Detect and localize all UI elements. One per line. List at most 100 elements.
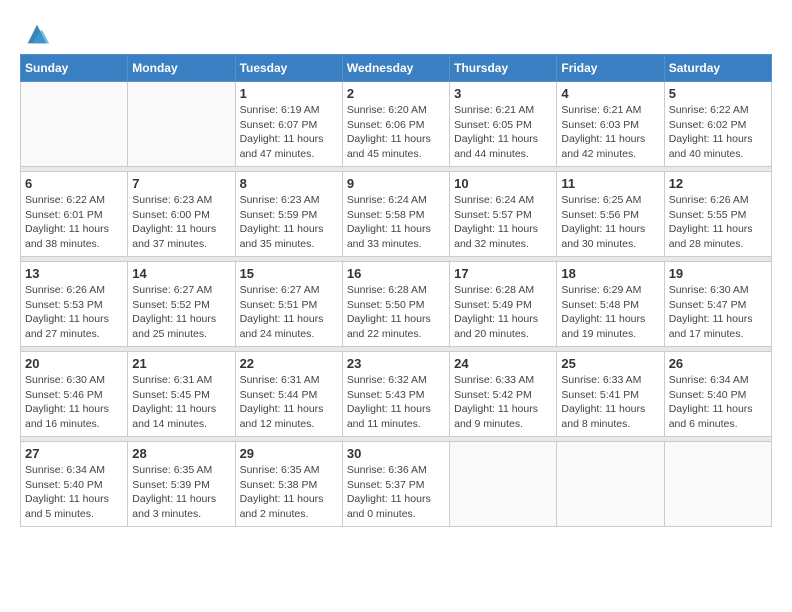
calendar-cell: 28 Sunrise: 6:35 AM Sunset: 5:39 PM Dayli… xyxy=(128,442,235,527)
day-info: Sunrise: 6:24 AM Sunset: 5:57 PM Dayligh… xyxy=(454,193,552,252)
calendar-cell: 1 Sunrise: 6:19 AM Sunset: 6:07 PM Daylig… xyxy=(235,82,342,167)
week-row-2: 13Sunrise: 6:26 AM Sunset: 5:53 PM Dayli… xyxy=(21,262,772,347)
calendar-cell: 17 Sunrise: 6:28 AM Sunset: 5:49 PM Dayli… xyxy=(450,262,557,347)
day-number: 25 xyxy=(561,356,659,371)
day-info: Sunrise: 6:35 AM Sunset: 5:39 PM Dayligh… xyxy=(132,463,230,522)
day-info: Sunrise: 6:22 AM Sunset: 6:01 PM Dayligh… xyxy=(25,193,123,252)
calendar-cell: 5 Sunrise: 6:22 AM Sunset: 6:02 PM Daylig… xyxy=(664,82,771,167)
day-info: Sunrise: 6:28 AM Sunset: 5:50 PM Dayligh… xyxy=(347,283,445,342)
day-info: Sunrise: 6:31 AM Sunset: 5:45 PM Dayligh… xyxy=(132,373,230,432)
day-number: 6 xyxy=(25,176,123,191)
day-info: Sunrise: 6:27 AM Sunset: 5:51 PM Dayligh… xyxy=(240,283,338,342)
calendar-cell: 30 Sunrise: 6:36 AM Sunset: 5:37 PM Dayli… xyxy=(342,442,449,527)
day-info: Sunrise: 6:23 AM Sunset: 5:59 PM Dayligh… xyxy=(240,193,338,252)
calendar-cell: 10 Sunrise: 6:24 AM Sunset: 5:57 PM Dayli… xyxy=(450,172,557,257)
week-row-1: 6 Sunrise: 6:22 AM Sunset: 6:01 PM Daylig… xyxy=(21,172,772,257)
calendar-cell xyxy=(128,82,235,167)
calendar-cell: 12 Sunrise: 6:26 AM Sunset: 5:55 PM Dayli… xyxy=(664,172,771,257)
day-info: Sunrise: 6:29 AM Sunset: 5:48 PM Dayligh… xyxy=(561,283,659,342)
day-number: 5 xyxy=(669,86,767,101)
day-number: 18 xyxy=(561,266,659,281)
day-number: 9 xyxy=(347,176,445,191)
day-number: 20 xyxy=(25,356,123,371)
day-info: Sunrise: 6:30 AM Sunset: 5:47 PM Dayligh… xyxy=(669,283,767,342)
calendar-cell: 14 Sunrise: 6:27 AM Sunset: 5:52 PM Dayli… xyxy=(128,262,235,347)
day-number: 3 xyxy=(454,86,552,101)
day-info: Sunrise: 6:25 AM Sunset: 5:56 PM Dayligh… xyxy=(561,193,659,252)
day-number: 29 xyxy=(240,446,338,461)
calendar-cell: 20Sunrise: 6:30 AM Sunset: 5:46 PM Dayli… xyxy=(21,352,128,437)
day-info: Sunrise: 6:21 AM Sunset: 6:03 PM Dayligh… xyxy=(561,103,659,162)
day-number: 28 xyxy=(132,446,230,461)
week-row-0: 1 Sunrise: 6:19 AM Sunset: 6:07 PM Daylig… xyxy=(21,82,772,167)
day-info: Sunrise: 6:20 AM Sunset: 6:06 PM Dayligh… xyxy=(347,103,445,162)
logo-icon xyxy=(23,20,51,48)
day-number: 8 xyxy=(240,176,338,191)
day-number: 21 xyxy=(132,356,230,371)
day-number: 19 xyxy=(669,266,767,281)
day-info: Sunrise: 6:19 AM Sunset: 6:07 PM Dayligh… xyxy=(240,103,338,162)
header-thursday: Thursday xyxy=(450,55,557,82)
day-number: 24 xyxy=(454,356,552,371)
calendar-cell: 9 Sunrise: 6:24 AM Sunset: 5:58 PM Daylig… xyxy=(342,172,449,257)
calendar-cell: 21 Sunrise: 6:31 AM Sunset: 5:45 PM Dayli… xyxy=(128,352,235,437)
logo xyxy=(20,20,51,48)
calendar-cell: 2Sunrise: 6:20 AM Sunset: 6:06 PM Daylig… xyxy=(342,82,449,167)
day-number: 10 xyxy=(454,176,552,191)
header-sunday: Sunday xyxy=(21,55,128,82)
day-info: Sunrise: 6:28 AM Sunset: 5:49 PM Dayligh… xyxy=(454,283,552,342)
week-row-3: 20Sunrise: 6:30 AM Sunset: 5:46 PM Dayli… xyxy=(21,352,772,437)
calendar-cell: 27Sunrise: 6:34 AM Sunset: 5:40 PM Dayli… xyxy=(21,442,128,527)
day-number: 15 xyxy=(240,266,338,281)
calendar-table: SundayMondayTuesdayWednesdayThursdayFrid… xyxy=(20,54,772,527)
day-info: Sunrise: 6:32 AM Sunset: 5:43 PM Dayligh… xyxy=(347,373,445,432)
day-number: 14 xyxy=(132,266,230,281)
day-info: Sunrise: 6:23 AM Sunset: 6:00 PM Dayligh… xyxy=(132,193,230,252)
page-header xyxy=(20,20,772,48)
calendar-cell: 22 Sunrise: 6:31 AM Sunset: 5:44 PM Dayli… xyxy=(235,352,342,437)
header-monday: Monday xyxy=(128,55,235,82)
calendar-cell: 26 Sunrise: 6:34 AM Sunset: 5:40 PM Dayli… xyxy=(664,352,771,437)
calendar-cell: 6 Sunrise: 6:22 AM Sunset: 6:01 PM Daylig… xyxy=(21,172,128,257)
calendar-cell: 15 Sunrise: 6:27 AM Sunset: 5:51 PM Dayli… xyxy=(235,262,342,347)
calendar-cell xyxy=(21,82,128,167)
day-info: Sunrise: 6:26 AM Sunset: 5:55 PM Dayligh… xyxy=(669,193,767,252)
header-wednesday: Wednesday xyxy=(342,55,449,82)
day-info: Sunrise: 6:35 AM Sunset: 5:38 PM Dayligh… xyxy=(240,463,338,522)
day-number: 26 xyxy=(669,356,767,371)
day-info: Sunrise: 6:24 AM Sunset: 5:58 PM Dayligh… xyxy=(347,193,445,252)
calendar-cell: 3Sunrise: 6:21 AM Sunset: 6:05 PM Daylig… xyxy=(450,82,557,167)
header-tuesday: Tuesday xyxy=(235,55,342,82)
day-info: Sunrise: 6:31 AM Sunset: 5:44 PM Dayligh… xyxy=(240,373,338,432)
calendar-cell: 24Sunrise: 6:33 AM Sunset: 5:42 PM Dayli… xyxy=(450,352,557,437)
day-number: 4 xyxy=(561,86,659,101)
calendar-cell xyxy=(557,442,664,527)
day-info: Sunrise: 6:34 AM Sunset: 5:40 PM Dayligh… xyxy=(669,373,767,432)
day-info: Sunrise: 6:27 AM Sunset: 5:52 PM Dayligh… xyxy=(132,283,230,342)
day-number: 17 xyxy=(454,266,552,281)
day-number: 7 xyxy=(132,176,230,191)
day-info: Sunrise: 6:36 AM Sunset: 5:37 PM Dayligh… xyxy=(347,463,445,522)
calendar-cell: 8 Sunrise: 6:23 AM Sunset: 5:59 PM Daylig… xyxy=(235,172,342,257)
day-number: 23 xyxy=(347,356,445,371)
day-number: 27 xyxy=(25,446,123,461)
calendar-cell: 18 Sunrise: 6:29 AM Sunset: 5:48 PM Dayli… xyxy=(557,262,664,347)
header-saturday: Saturday xyxy=(664,55,771,82)
calendar-cell: 13Sunrise: 6:26 AM Sunset: 5:53 PM Dayli… xyxy=(21,262,128,347)
week-row-4: 27Sunrise: 6:34 AM Sunset: 5:40 PM Dayli… xyxy=(21,442,772,527)
day-number: 1 xyxy=(240,86,338,101)
day-number: 11 xyxy=(561,176,659,191)
calendar-cell xyxy=(450,442,557,527)
calendar-cell xyxy=(664,442,771,527)
calendar-cell: 7 Sunrise: 6:23 AM Sunset: 6:00 PM Daylig… xyxy=(128,172,235,257)
calendar-header-row: SundayMondayTuesdayWednesdayThursdayFrid… xyxy=(21,55,772,82)
day-number: 22 xyxy=(240,356,338,371)
header-friday: Friday xyxy=(557,55,664,82)
day-number: 12 xyxy=(669,176,767,191)
day-number: 30 xyxy=(347,446,445,461)
day-info: Sunrise: 6:22 AM Sunset: 6:02 PM Dayligh… xyxy=(669,103,767,162)
calendar-cell: 25Sunrise: 6:33 AM Sunset: 5:41 PM Dayli… xyxy=(557,352,664,437)
calendar-cell: 11 Sunrise: 6:25 AM Sunset: 5:56 PM Dayli… xyxy=(557,172,664,257)
calendar-cell: 4 Sunrise: 6:21 AM Sunset: 6:03 PM Daylig… xyxy=(557,82,664,167)
calendar-cell: 23 Sunrise: 6:32 AM Sunset: 5:43 PM Dayli… xyxy=(342,352,449,437)
